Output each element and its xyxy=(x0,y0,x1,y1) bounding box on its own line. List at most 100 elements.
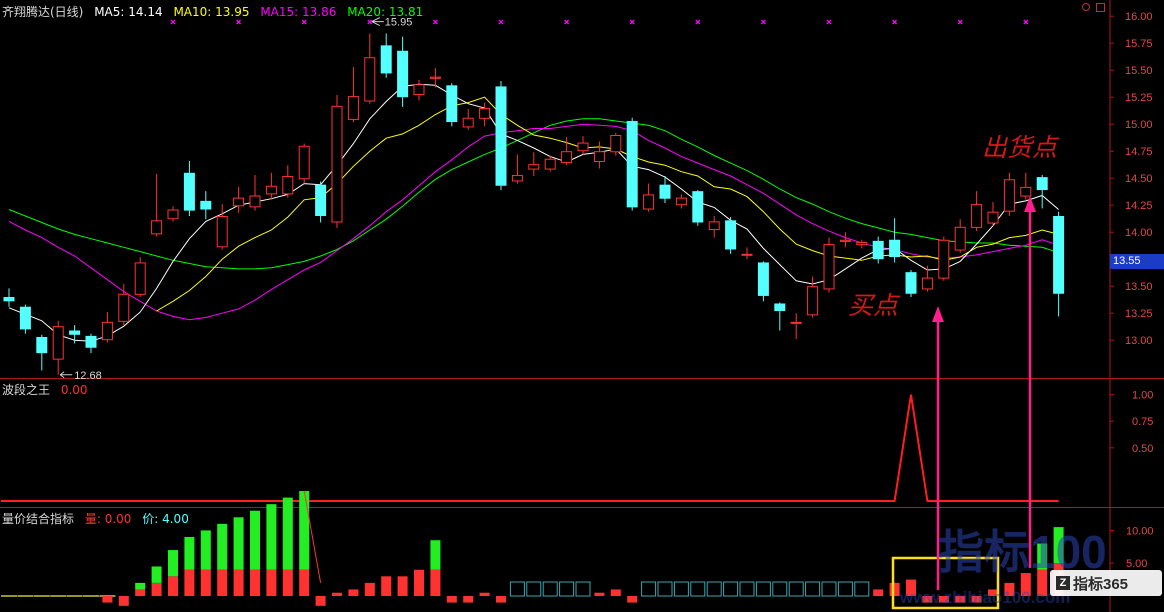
brand-logo-icon: Z xyxy=(1056,576,1070,590)
candle-body xyxy=(544,158,556,170)
flat-bar xyxy=(723,581,739,597)
candle-body xyxy=(413,84,425,96)
candle-body xyxy=(200,200,212,210)
volume-bar xyxy=(168,576,178,596)
volume-bar xyxy=(118,596,129,606)
candle-body xyxy=(561,151,573,164)
price-bar xyxy=(430,540,441,570)
panel3-legend: 量价结合指标 量: 0.00 价: 4.00 xyxy=(2,510,196,527)
volume-bar xyxy=(135,589,146,596)
candle-body xyxy=(692,191,704,223)
volume-bar xyxy=(184,569,195,596)
candle-body xyxy=(216,216,228,248)
volume-bar xyxy=(873,589,884,596)
candle-body xyxy=(610,135,622,153)
volume-bar xyxy=(610,589,621,596)
top-marker xyxy=(367,19,373,25)
candle-body xyxy=(626,120,638,208)
candle-body xyxy=(233,197,245,207)
panel2-legend: 波段之王 0.00 xyxy=(2,381,95,398)
candle-body xyxy=(52,326,64,360)
candle-body xyxy=(856,241,868,246)
price-tick-label: 13.25 xyxy=(1125,308,1153,320)
ma20-line xyxy=(8,118,1059,270)
price-bar xyxy=(233,517,244,570)
candle-body xyxy=(364,57,376,102)
candle-body xyxy=(823,244,835,290)
candle-body xyxy=(807,286,819,316)
candle-body xyxy=(298,145,310,180)
panel2-name: 波段之王 xyxy=(2,383,51,397)
volume-bar xyxy=(282,569,293,596)
candles: 15.9512.68 xyxy=(3,17,1065,382)
ma5-label: MA5: 14.14 xyxy=(94,5,163,19)
flat-bar xyxy=(706,581,722,597)
flat-bar xyxy=(509,581,525,597)
volume-bar xyxy=(414,569,424,596)
top-marker xyxy=(957,19,963,25)
candle-body xyxy=(938,239,950,279)
panel3-tick-label: 10.00 xyxy=(1126,525,1154,537)
flat-bar xyxy=(788,581,804,597)
candle-body xyxy=(462,117,474,128)
price-bar xyxy=(299,491,310,570)
candle-body xyxy=(19,306,31,330)
price-bar xyxy=(184,536,195,570)
candle-body xyxy=(839,239,851,242)
axis-ticks: 16.00 15.75 15.50 15.25 15.00 14.75 14.50 14.25… xyxy=(1110,11,1154,570)
flat-bar xyxy=(526,581,542,597)
candle-body xyxy=(774,303,786,312)
price-tick-label: 14.00 xyxy=(1125,227,1153,239)
candle-body xyxy=(971,204,983,228)
candle-body xyxy=(889,239,901,258)
candle-body xyxy=(446,85,458,123)
volume-bar xyxy=(348,589,359,596)
price-tick-label: 16.00 xyxy=(1125,11,1153,23)
volume-bar xyxy=(217,569,228,596)
candle-body xyxy=(577,142,589,152)
flat-bar xyxy=(821,581,837,597)
candle-body xyxy=(954,226,966,251)
panel2-value: 0.00 xyxy=(60,383,88,397)
top-marker xyxy=(695,19,701,25)
top-marker xyxy=(170,19,176,25)
flat-bar xyxy=(542,581,558,597)
candle-body xyxy=(790,321,802,324)
volume-bar xyxy=(496,596,506,603)
candle-body xyxy=(118,293,130,322)
ma-lines xyxy=(8,83,1059,342)
flat-bar xyxy=(837,581,853,597)
volume-bar xyxy=(332,592,342,596)
candle-body xyxy=(36,336,48,354)
flat-bar xyxy=(805,581,821,597)
flat-bar xyxy=(755,581,771,597)
flat-bar xyxy=(854,581,870,597)
price-bar xyxy=(217,523,228,570)
candle-body xyxy=(905,272,917,294)
candle-body xyxy=(987,211,999,224)
price-bar xyxy=(250,510,260,570)
ma5-line xyxy=(8,83,1059,342)
ma10-label: MA10: 13.95 xyxy=(173,5,250,19)
candle-body xyxy=(331,105,343,223)
top-marker xyxy=(498,19,504,25)
volume-bar xyxy=(463,596,474,603)
candle-body xyxy=(151,220,163,235)
candle-body xyxy=(1036,177,1048,191)
candle-body xyxy=(1053,216,1065,294)
maximize-button[interactable] xyxy=(1096,3,1105,12)
low-label: 12.68 xyxy=(74,370,102,382)
candle-body xyxy=(249,195,261,208)
low-marker xyxy=(59,371,73,379)
price-tick-label: 14.75 xyxy=(1125,146,1153,158)
buy-arrow-head xyxy=(932,306,944,322)
flat-bar xyxy=(575,581,591,597)
flat-bar xyxy=(690,581,706,597)
volume-bar xyxy=(151,582,162,596)
price-bar xyxy=(135,582,146,590)
price-tick-label: 14.50 xyxy=(1125,173,1153,185)
price-bar xyxy=(200,530,211,570)
volume-bar xyxy=(594,592,605,596)
candle-body xyxy=(1003,179,1015,212)
stock-name: 齐翔腾达(日线) xyxy=(2,5,84,19)
